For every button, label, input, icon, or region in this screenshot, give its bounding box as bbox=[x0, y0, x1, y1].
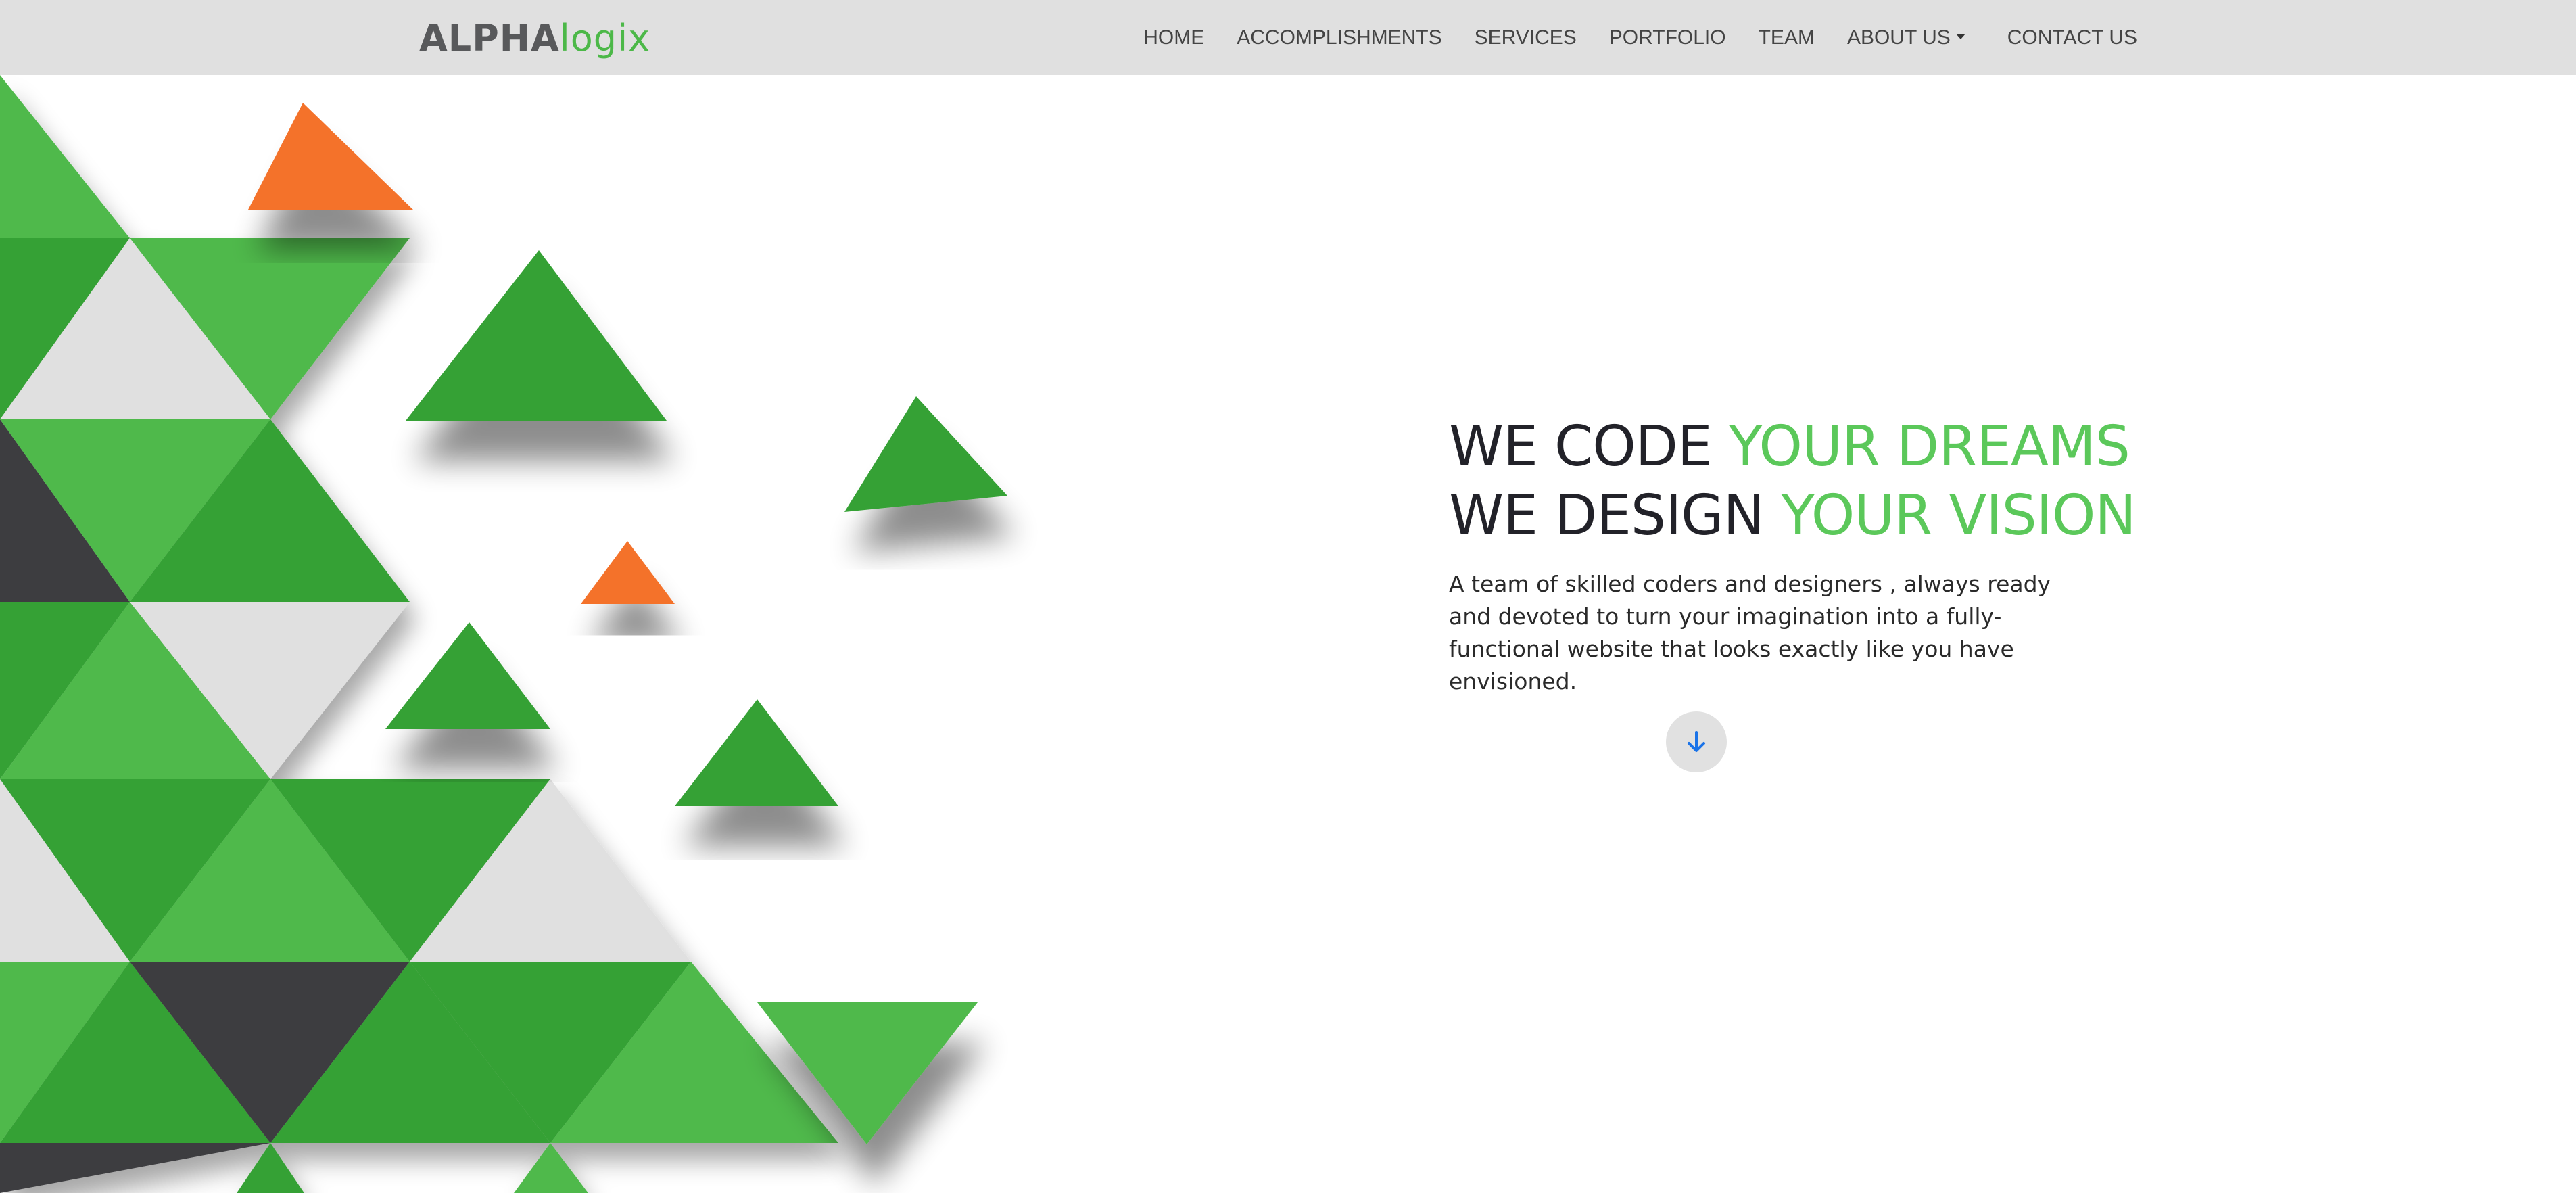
nav-team[interactable]: TEAM bbox=[1742, 26, 1831, 49]
hero-content: WE CODE YOUR DREAMS WE DESIGN YOUR VISIO… bbox=[1449, 413, 2294, 720]
nav-contact[interactable]: CONTACT US bbox=[1991, 26, 2153, 49]
floating-triangle-green bbox=[675, 699, 838, 806]
mosaic-triangle bbox=[514, 1143, 588, 1193]
mosaic-triangle bbox=[0, 1143, 270, 1193]
mosaic-triangle bbox=[0, 75, 130, 238]
nav-portfolio[interactable]: PORTFOLIO bbox=[1593, 26, 1742, 49]
mosaic-triangle bbox=[237, 1143, 304, 1193]
top-navbar: ALPHA logix HOME ACCOMPLISHMENTS SERVICES… bbox=[0, 0, 2576, 75]
floating-triangle-green bbox=[385, 622, 550, 729]
brand-logo-logix: logix bbox=[559, 16, 651, 60]
caret-down-icon bbox=[1955, 33, 1965, 39]
headline-we-design: WE DESIGN bbox=[1449, 484, 1765, 548]
headline-line-2: WE DESIGN YOUR VISION bbox=[1449, 482, 2294, 551]
triangle-mosaic bbox=[0, 75, 838, 1193]
floating-triangle-orange bbox=[581, 541, 675, 604]
floating-triangle-green bbox=[844, 396, 1007, 512]
nav-home[interactable]: HOME bbox=[1127, 26, 1220, 49]
brand-logo-alpha: ALPHA bbox=[419, 16, 560, 60]
brand-logo[interactable]: ALPHA logix bbox=[419, 14, 650, 62]
scroll-down-button[interactable] bbox=[1666, 711, 1727, 772]
nav-accomplishments[interactable]: ACCOMPLISHMENTS bbox=[1220, 26, 1458, 49]
floating-triangle-green bbox=[406, 250, 667, 421]
nav-about-label: ABOUT US bbox=[1846, 26, 1951, 49]
main-nav: HOME ACCOMPLISHMENTS SERVICES PORTFOLIO … bbox=[1127, 0, 2153, 75]
hero-headline: WE CODE YOUR DREAMS WE DESIGN YOUR VISIO… bbox=[1449, 413, 2294, 551]
hero-triangle-art bbox=[0, 75, 1007, 1193]
floating-triangle-orange bbox=[248, 103, 413, 210]
headline-line-1: WE CODE YOUR DREAMS bbox=[1449, 413, 2294, 482]
headline-your-vision: YOUR VISION bbox=[1781, 484, 2137, 548]
nav-about-dropdown[interactable]: ABOUT US bbox=[1831, 26, 1982, 49]
arrow-down-icon bbox=[1688, 731, 1705, 752]
nav-services[interactable]: SERVICES bbox=[1458, 26, 1593, 49]
headline-your-dreams: YOUR DREAMS bbox=[1728, 415, 2130, 479]
hero-description: A team of skilled coders and designers ,… bbox=[1449, 571, 2051, 695]
headline-we-code: WE CODE bbox=[1449, 415, 1713, 479]
